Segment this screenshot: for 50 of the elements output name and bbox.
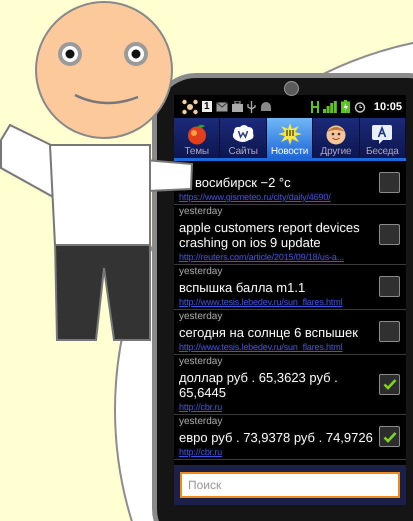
- cloud-icon: [231, 123, 256, 145]
- status-time: 10:05: [374, 100, 402, 112]
- notification-count: 1: [202, 101, 212, 112]
- smile-line: [74, 94, 138, 104]
- battery-icon: [340, 100, 350, 113]
- item-title: сегодня на солнце 6 вспышек: [179, 325, 358, 340]
- mail-icon: [216, 102, 228, 112]
- checkbox[interactable]: [379, 224, 400, 244]
- apple-icon: [186, 123, 208, 145]
- item-date: yesterday: [179, 356, 222, 368]
- face-icon: [324, 123, 347, 145]
- tab[interactable]: Другие: [313, 118, 360, 158]
- item-title: евро руб . 73,9378 руб . 74,9726: [179, 430, 373, 445]
- eye-drawing: [58, 42, 82, 66]
- checkbox[interactable]: [379, 172, 400, 192]
- check-icon: [382, 378, 396, 390]
- item-date: yesterday: [179, 206, 222, 218]
- item-date: yesterday: [179, 266, 222, 278]
- bag-icon: [232, 101, 243, 112]
- tab[interactable]: Новости: [266, 118, 314, 158]
- tab[interactable]: Беседа: [360, 118, 406, 158]
- item-title: apple customers report devices crashing on ios 9 update: [179, 220, 361, 250]
- item-link[interactable]: https://www.gismeteo.ru/city/daily/4690/: [179, 192, 331, 203]
- checkbox[interactable]: [379, 426, 400, 447]
- item-date: yesterday: [179, 311, 222, 323]
- checkbox[interactable]: [379, 374, 400, 394]
- checkbox[interactable]: [379, 276, 400, 297]
- tab[interactable]: Сайты: [220, 118, 267, 158]
- speech-bubble-icon: [371, 123, 394, 145]
- search-field[interactable]: Поиск: [180, 472, 400, 498]
- item-link[interactable]: http://www.tesis.lebedev.ru/sun_flares.html: [179, 342, 342, 353]
- item-link[interactable]: http://www.tesis.lebedev.ru/sun_flares.html: [179, 297, 342, 308]
- item-title: восибирск −2 °c: [194, 175, 291, 190]
- eye-drawing: [124, 42, 148, 66]
- checkbox[interactable]: [379, 321, 400, 342]
- tab[interactable]: Темы: [174, 118, 220, 158]
- item-title: доллар руб . 65,3623 руб . 65,6445: [179, 370, 339, 400]
- starburst-icon: [278, 123, 302, 145]
- alarm-clock-icon: [354, 100, 366, 112]
- item-link[interactable]: http://cbr.ru: [179, 402, 222, 413]
- item-title: вспышка балла m1.1: [179, 280, 306, 295]
- usb-icon: [246, 100, 256, 112]
- item-link[interactable]: http://cbr.ru: [179, 447, 222, 458]
- item-date: yesterday: [179, 416, 222, 428]
- camera-dot: [284, 81, 299, 96]
- item-link[interactable]: http://reuters.com/article/2015/09/18/us-a...: [179, 252, 344, 263]
- check-icon: [382, 430, 396, 442]
- network-h-icon: [310, 100, 319, 112]
- molecule-icon: [182, 98, 198, 114]
- signal-icon: [322, 100, 337, 112]
